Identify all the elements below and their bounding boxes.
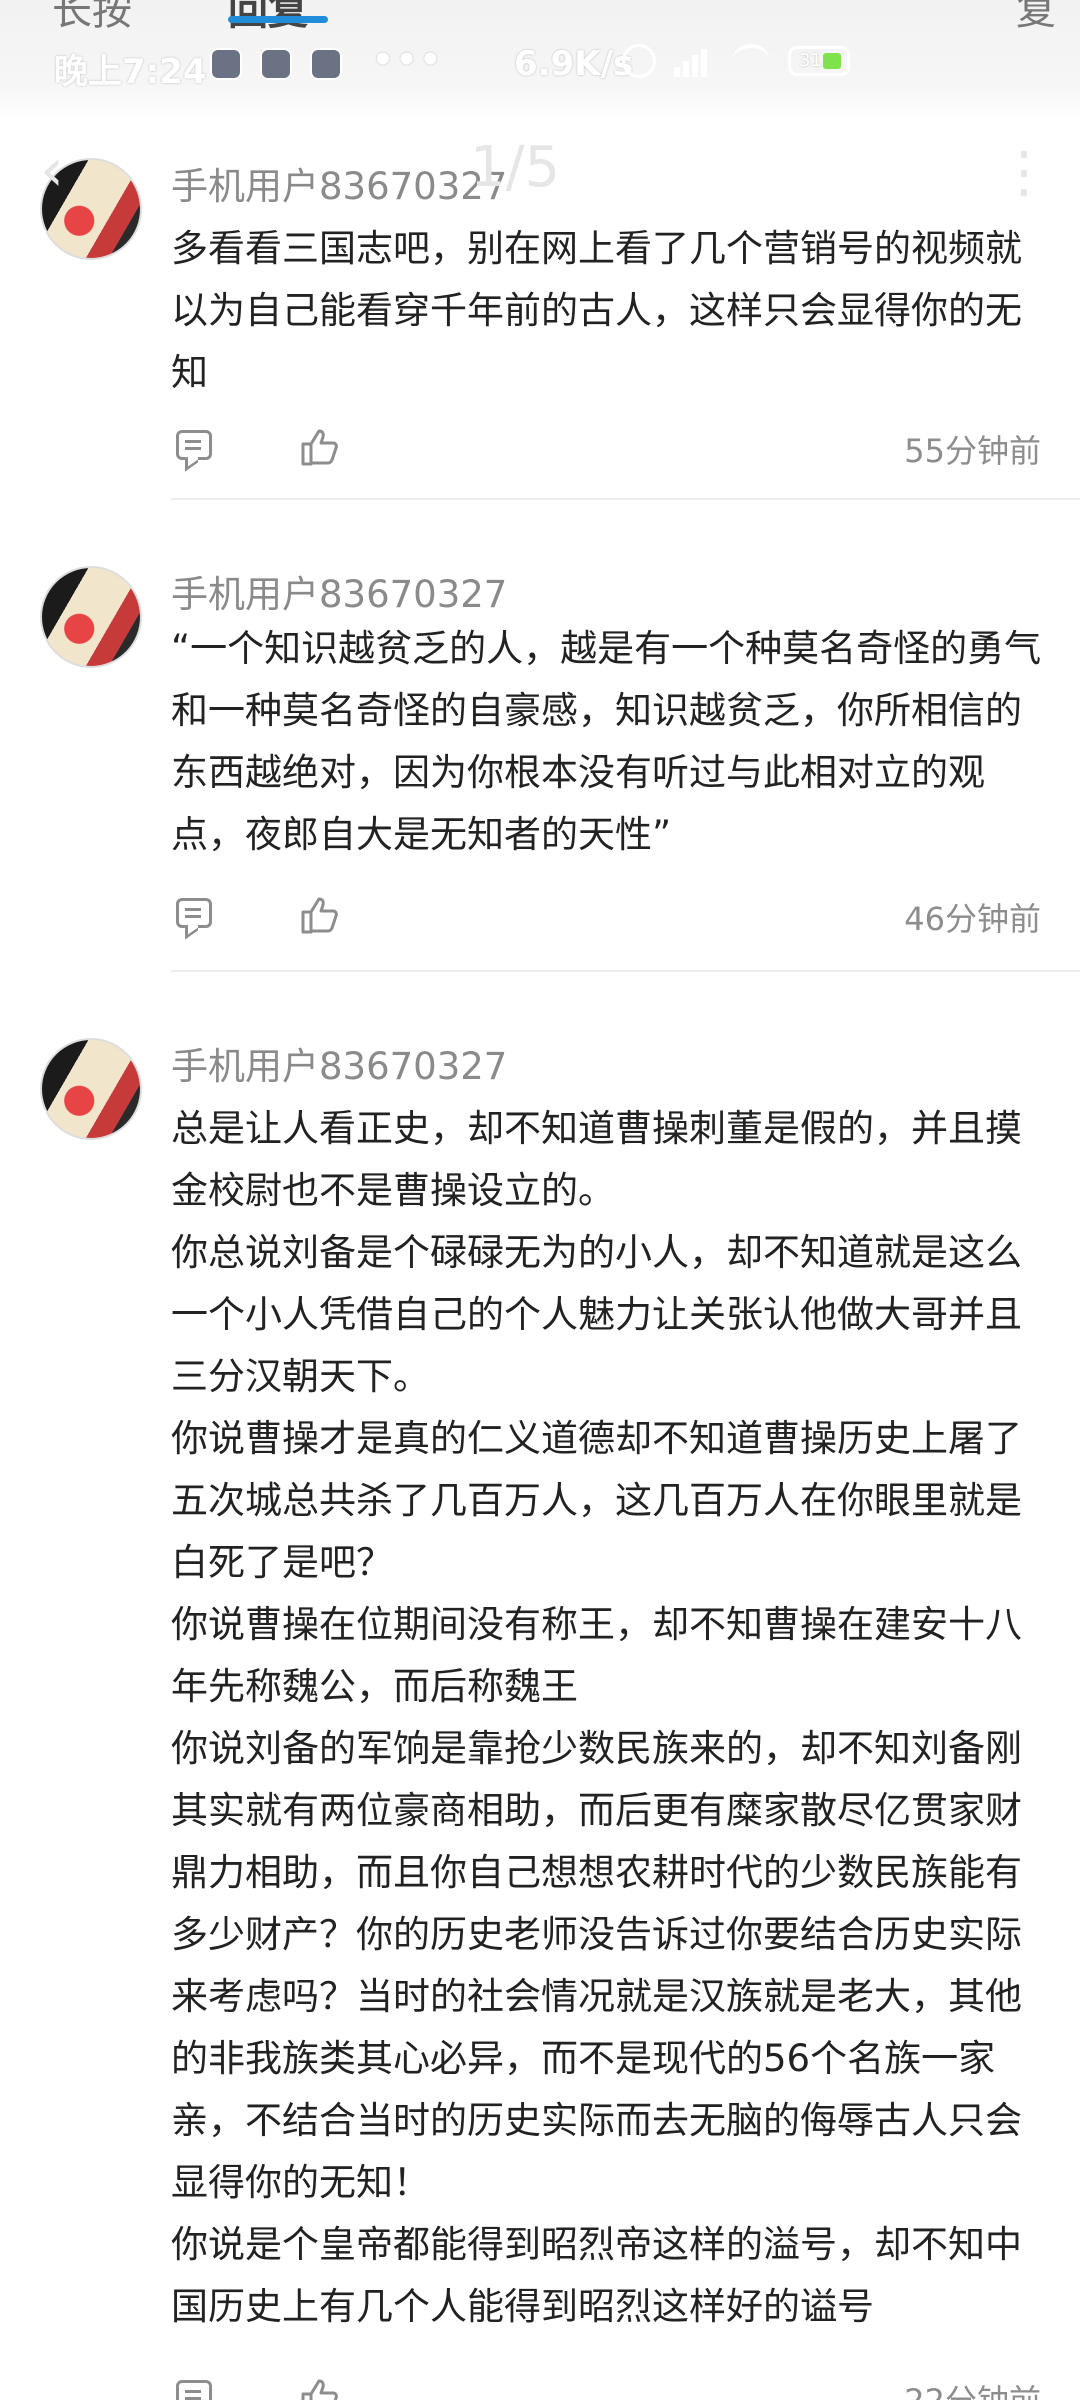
notification-icons	[210, 48, 342, 80]
app-notification-icon	[260, 48, 292, 80]
divider	[171, 970, 1080, 972]
comment-text: 总是让人看正史，却不知道曹操刺董是假的，并且摸金校尉也不是曹操设立的。 你总说刘…	[171, 1107, 1022, 2328]
app-notification-icon	[210, 48, 242, 80]
tab-bar: 长按 回复 复	[0, 0, 1080, 38]
comment-timestamp: 46分钟前	[904, 900, 1041, 938]
like-icon[interactable]	[299, 2378, 339, 2400]
like-icon[interactable]	[299, 896, 339, 934]
system-icons: 31	[622, 44, 850, 78]
battery-icon: 31	[788, 46, 850, 76]
tab-right[interactable]: 复	[1016, 0, 1056, 36]
signal-icon	[674, 45, 714, 77]
comment-actions: 22分钟前	[171, 2378, 1041, 2400]
top-bar: 长按 回复 复 晚上7:24 ••• 6.9K/s 31	[0, 0, 1080, 120]
comment-actions: 46分钟前	[171, 896, 1041, 946]
status-bar: 晚上7:24 ••• 6.9K/s 31	[0, 40, 1080, 92]
reply-icon[interactable]	[176, 2380, 212, 2400]
comment-username[interactable]: 手机用户83670327	[171, 156, 507, 210]
app-notification-icon	[310, 48, 342, 80]
comment-text: 多看看三国志吧，别在网上看了几个营销号的视频就以为自己能看穿千年前的古人，这样只…	[171, 227, 1022, 394]
reply-icon[interactable]	[176, 898, 212, 928]
comment-username[interactable]: 手机用户83670327	[171, 1036, 507, 1090]
status-time: 晚上7:24	[54, 52, 207, 92]
comment-username[interactable]: 手机用户83670327	[171, 564, 507, 618]
comment-timestamp: 55分钟前	[904, 432, 1041, 470]
avatar[interactable]	[40, 566, 142, 668]
comment-actions: 55分钟前	[171, 428, 1041, 478]
wifi-icon	[732, 44, 770, 78]
comment-timestamp: 22分钟前	[904, 2376, 1041, 2400]
alarm-icon	[622, 44, 656, 78]
back-arrow-icon[interactable]: ‹	[40, 135, 64, 205]
network-speed: 6.9K/s	[514, 44, 634, 84]
tab-left[interactable]: 长按	[52, 0, 132, 36]
more-notifications-icon: •••	[372, 40, 444, 80]
divider	[171, 498, 1080, 500]
more-options-icon[interactable]: ⋮	[996, 140, 1052, 205]
active-tab-indicator	[228, 16, 328, 23]
reply-icon[interactable]	[176, 430, 212, 460]
battery-level: 31	[799, 50, 822, 71]
like-icon[interactable]	[299, 428, 339, 466]
comment-text: “一个知识越贫乏的人，越是有一个种莫名奇怪的勇气和一种莫名奇怪的自豪感，知识越贫…	[171, 627, 1042, 856]
avatar[interactable]	[40, 1038, 142, 1140]
page-indicator: 1/5	[470, 135, 561, 200]
